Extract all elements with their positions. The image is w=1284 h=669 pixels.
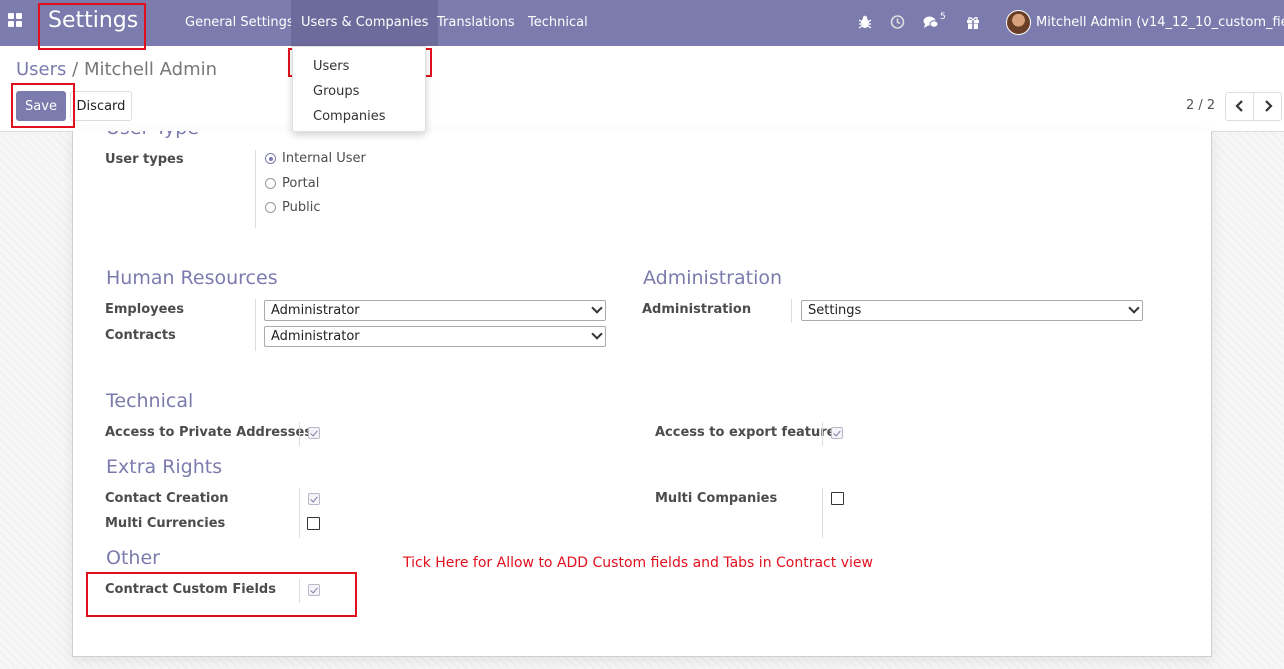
field-separator bbox=[299, 579, 300, 603]
messages-count-badge: 5 bbox=[940, 12, 946, 22]
users-companies-dropdown: Users Groups Companies bbox=[292, 46, 426, 132]
employees-select-value: Administrator bbox=[271, 303, 360, 318]
user-types-label: User types bbox=[105, 152, 184, 167]
breadcrumb-separator: / bbox=[72, 59, 79, 80]
breadcrumb-current: Mitchell Admin bbox=[83, 59, 218, 80]
pager-value[interactable]: 2 / 2 bbox=[1186, 98, 1215, 113]
menu-general-settings[interactable]: General Settings bbox=[175, 0, 304, 46]
user-menu-name[interactable]: Mitchell Admin (v14_12_10_custom_fields) bbox=[1036, 15, 1284, 30]
chevron-down-icon bbox=[591, 302, 603, 314]
dropdown-item-users[interactable]: Users bbox=[313, 59, 349, 74]
administration-select[interactable]: Settings bbox=[801, 300, 1143, 321]
top-navbar: Settings General Settings Users & Compan… bbox=[0, 0, 1284, 46]
radio-portal-label[interactable]: Portal bbox=[282, 176, 319, 191]
field-separator bbox=[299, 488, 300, 538]
field-separator bbox=[255, 299, 256, 351]
field-separator bbox=[255, 150, 256, 228]
contact-creation-label: Contact Creation bbox=[105, 491, 229, 506]
discard-button[interactable]: Discard bbox=[70, 91, 132, 121]
radio-internal-user[interactable] bbox=[265, 153, 276, 164]
section-title-extra-rights: Extra Rights bbox=[106, 456, 223, 478]
gift-icon[interactable] bbox=[966, 14, 980, 30]
contracts-select-value: Administrator bbox=[271, 329, 360, 344]
section-title-administration: Administration bbox=[643, 267, 783, 289]
chevron-down-icon bbox=[1128, 302, 1140, 314]
field-separator bbox=[299, 422, 300, 446]
breadcrumb: Users / Mitchell Admin bbox=[16, 59, 217, 80]
dropdown-item-companies[interactable]: Companies bbox=[313, 109, 386, 124]
administration-label: Administration bbox=[642, 302, 752, 317]
menu-users-companies[interactable]: Users & Companies bbox=[291, 0, 439, 46]
export-feature-checkbox[interactable] bbox=[831, 427, 843, 439]
contract-custom-fields-checkbox[interactable] bbox=[308, 584, 320, 596]
section-title-technical: Technical bbox=[106, 390, 194, 412]
section-title-human-resources: Human Resources bbox=[106, 267, 278, 289]
multi-currencies-checkbox[interactable] bbox=[307, 517, 320, 530]
radio-public-label[interactable]: Public bbox=[282, 200, 320, 215]
pager-next-button[interactable] bbox=[1253, 92, 1282, 121]
activity-clock-icon[interactable] bbox=[890, 14, 905, 30]
annotation-text: Tick Here for Allow to ADD Custom fields… bbox=[403, 555, 873, 571]
private-addresses-label: Access to Private Addresses bbox=[105, 425, 313, 440]
multi-companies-checkbox[interactable] bbox=[831, 492, 844, 505]
field-separator bbox=[822, 488, 823, 538]
apps-menu-icon[interactable] bbox=[8, 13, 24, 29]
contact-creation-checkbox[interactable] bbox=[308, 493, 320, 505]
chevron-right-icon bbox=[1264, 100, 1273, 112]
pager-previous-button[interactable] bbox=[1225, 92, 1254, 121]
employees-select[interactable]: Administrator bbox=[264, 300, 606, 321]
contract-custom-fields-label: Contract Custom Fields bbox=[105, 582, 276, 597]
menu-technical[interactable]: Technical bbox=[518, 0, 598, 46]
menu-translations[interactable]: Translations bbox=[427, 0, 525, 46]
export-feature-label: Access to export feature bbox=[655, 425, 836, 440]
form-sheet: User Type User types Internal User Porta… bbox=[72, 131, 1212, 657]
field-separator bbox=[822, 422, 823, 446]
bug-icon[interactable] bbox=[858, 14, 872, 30]
breadcrumb-users-link[interactable]: Users bbox=[16, 59, 66, 80]
app-brand[interactable]: Settings bbox=[48, 8, 138, 33]
contracts-select[interactable]: Administrator bbox=[264, 326, 606, 347]
multi-currencies-label: Multi Currencies bbox=[105, 516, 226, 531]
dropdown-item-groups[interactable]: Groups bbox=[313, 84, 359, 99]
radio-public[interactable] bbox=[265, 202, 276, 213]
multi-companies-label: Multi Companies bbox=[655, 491, 778, 506]
contracts-label: Contracts bbox=[105, 328, 176, 343]
save-button[interactable]: Save bbox=[16, 91, 66, 121]
chevron-down-icon bbox=[591, 328, 603, 340]
section-title-other: Other bbox=[106, 547, 160, 569]
radio-portal[interactable] bbox=[265, 178, 276, 189]
section-title-user-type: User Type bbox=[106, 131, 199, 139]
user-avatar[interactable] bbox=[1006, 10, 1031, 35]
private-addresses-checkbox[interactable] bbox=[308, 427, 320, 439]
messages-icon[interactable] bbox=[923, 14, 939, 30]
administration-select-value: Settings bbox=[808, 303, 862, 318]
employees-label: Employees bbox=[105, 302, 184, 317]
chevron-left-icon bbox=[1234, 100, 1243, 112]
field-separator bbox=[791, 299, 792, 323]
radio-internal-user-label[interactable]: Internal User bbox=[282, 151, 366, 166]
